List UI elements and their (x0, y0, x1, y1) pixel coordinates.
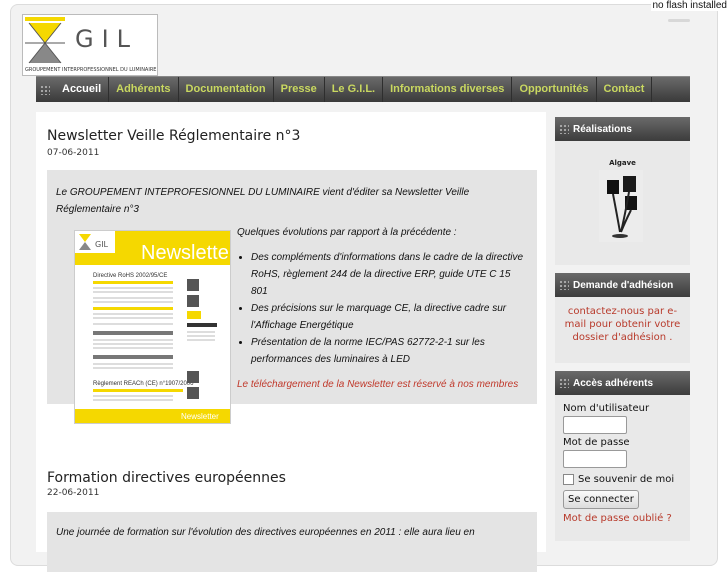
post-body: Une journée de formation sur l'évolution… (47, 512, 537, 572)
main-nav: Accueil Adhérents Documentation Presse L… (36, 76, 690, 102)
nav-documentation[interactable]: Documentation (179, 77, 274, 102)
post-date: 22-06-2011 (47, 488, 99, 498)
nav-grip-icon (40, 85, 50, 95)
post-intro: Le GROUPEMENT INTEPROFESIONNEL DU LUMINA… (56, 184, 526, 218)
realisations-body: Algave (555, 141, 690, 265)
cover-footer: Newsletter (181, 412, 219, 421)
download-note: Le téléchargement de la Newsletter est r… (237, 376, 527, 393)
grip-icon (559, 280, 569, 290)
realisations-block: Réalisations Algave (555, 117, 690, 265)
post-intro: Une journée de formation sur l'évolution… (56, 524, 528, 541)
lamp-photo[interactable] (599, 170, 643, 242)
newsletter-cover-graphic: GIL Newsletter Directive RoHS 2002/95/CE (75, 231, 230, 423)
main-content: Newsletter Veille Réglementaire n°3 07-0… (36, 112, 546, 552)
acces-title: Accès adhérents (573, 378, 653, 389)
acces-block: Accès adhérents Nom d'utilisateur Mot de… (555, 371, 690, 541)
logo-text: GIL (75, 25, 138, 53)
nav-le-gil[interactable]: Le G.I.L. (325, 77, 383, 102)
cover-title: Newsletter (141, 242, 230, 264)
password-field[interactable] (563, 450, 627, 468)
realisations-header: Réalisations (555, 117, 690, 141)
logo-subtitle: GROUPEMENT INTERPROFESSIONNEL DU LUMINAI… (25, 67, 156, 73)
cover-logo-text: GIL (95, 240, 109, 249)
post-title[interactable]: Newsletter Veille Réglementaire n°3 (47, 128, 300, 144)
realisations-title: Réalisations (573, 124, 632, 135)
list-item: Des précisions sur le marquage CE, la di… (251, 300, 527, 334)
flash-notice: no flash installed (651, 0, 727, 11)
demande-link[interactable]: contactez-nous par e-mail pour obtenir v… (555, 297, 690, 363)
grip-icon (559, 124, 569, 134)
sidebar: Réalisations Algave Demande d'adhésion c… (555, 117, 690, 549)
post-body: Le GROUPEMENT INTEPROFESIONNEL DU LUMINA… (47, 170, 537, 404)
forgot-password-link[interactable]: Mot de passe oublié ? (563, 513, 682, 524)
list-item: Présentation de la norme IEC/PAS 62772-2… (251, 334, 527, 368)
nav-opportunites[interactable]: Opportunités (512, 77, 596, 102)
nav-presse[interactable]: Presse (274, 77, 325, 102)
post-date: 07-06-2011 (47, 148, 99, 158)
grip-icon (559, 378, 569, 388)
nav-adherents[interactable]: Adhérents (109, 77, 178, 102)
evolutions-heading: Quelques évolutions par rapport à la pré… (237, 224, 527, 241)
demande-title: Demande d'adhésion (573, 280, 673, 291)
nav-accueil[interactable]: Accueil (55, 77, 109, 102)
demande-header: Demande d'adhésion (555, 273, 690, 297)
acces-header: Accès adhérents (555, 371, 690, 395)
realisation-caption: Algave (555, 159, 690, 167)
remember-row: Se souvenir de moi (563, 474, 682, 485)
cover-heading-2: Règlement REACh (CE) n°1907/2006 (93, 381, 194, 387)
post-title[interactable]: Formation directives européennes (47, 470, 286, 486)
cover-heading-1: Directive RoHS 2002/95/CE (93, 273, 167, 279)
demande-block: Demande d'adhésion contactez-nous par e-… (555, 273, 690, 363)
username-field[interactable] (563, 416, 627, 434)
gil-logo-mark-icon (25, 17, 65, 65)
nav-informations-diverses[interactable]: Informations diverses (383, 77, 512, 102)
nav-contact[interactable]: Contact (597, 77, 653, 102)
login-button[interactable]: Se connecter (563, 490, 639, 509)
evolutions-list: Des compléments d'informations dans le c… (237, 249, 527, 368)
password-label: Mot de passe (563, 437, 682, 448)
username-label: Nom d'utilisateur (563, 403, 682, 414)
remember-checkbox[interactable] (563, 474, 574, 485)
list-item: Des compléments d'informations dans le c… (251, 249, 527, 300)
gil-logo[interactable]: GIL GROUPEMENT INTERPROFESSIONNEL DU LUM… (22, 14, 158, 76)
remember-label: Se souvenir de moi (578, 474, 674, 485)
post-evolutions: Quelques évolutions par rapport à la pré… (237, 224, 527, 393)
top-handle (668, 19, 690, 22)
newsletter-cover-image[interactable]: GIL Newsletter Directive RoHS 2002/95/CE (74, 230, 231, 424)
login-form: Nom d'utilisateur Mot de passe Se souven… (555, 395, 690, 541)
